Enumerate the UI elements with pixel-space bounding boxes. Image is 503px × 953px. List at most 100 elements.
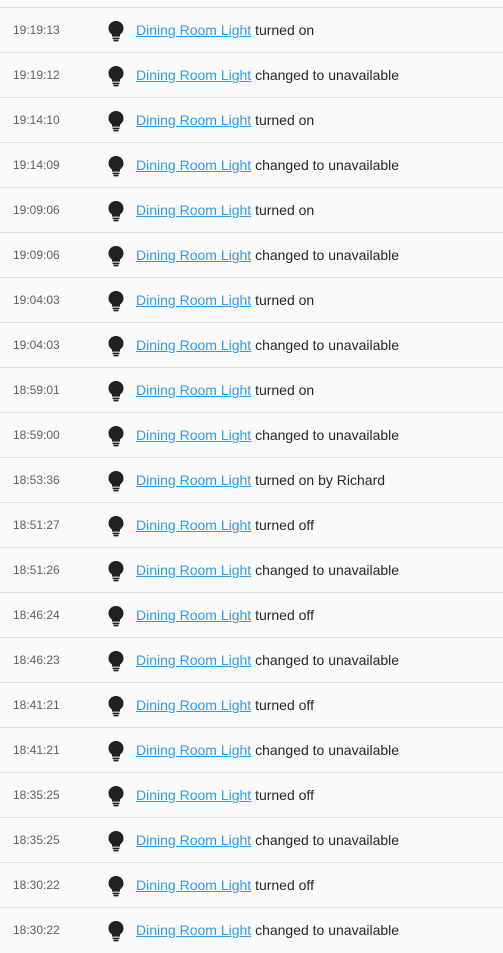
entity-link[interactable]: Dining Room Light xyxy=(136,787,251,803)
entry-message: Dining Room Light changed to unavailable xyxy=(136,908,399,952)
entry-action: changed to unavailable xyxy=(255,427,400,443)
entry-action: changed to unavailable xyxy=(255,742,400,758)
entry-time: 18:53:36 xyxy=(13,473,60,487)
logbook-entry: 18:41:21 Dining Room Light changed to un… xyxy=(0,728,503,773)
lightbulb-icon xyxy=(107,875,125,897)
entity-link[interactable]: Dining Room Light xyxy=(136,472,251,488)
entity-link[interactable]: Dining Room Light xyxy=(136,382,251,398)
logbook-entries: 19:19:13 Dining Room Light turned on 19:… xyxy=(0,8,503,953)
entity-link[interactable]: Dining Room Light xyxy=(136,337,251,353)
logbook-entry: 19:19:13 Dining Room Light turned on xyxy=(0,8,503,53)
entry-time: 19:04:03 xyxy=(13,293,60,307)
entry-action: turned off xyxy=(255,607,314,623)
entry-action: changed to unavailable xyxy=(255,67,400,83)
entry-time: 18:46:23 xyxy=(13,653,60,667)
lightbulb-icon xyxy=(107,110,125,132)
lightbulb-icon xyxy=(107,200,125,222)
entry-time: 18:41:21 xyxy=(13,743,60,757)
logbook: 19:19:13 Dining Room Light turned on 19:… xyxy=(0,0,503,953)
entry-message: Dining Room Light turned off xyxy=(136,593,314,637)
entity-link[interactable]: Dining Room Light xyxy=(136,157,251,173)
divider xyxy=(0,0,503,8)
entity-link[interactable]: Dining Room Light xyxy=(136,877,251,893)
entity-link[interactable]: Dining Room Light xyxy=(136,922,251,938)
entry-time: 18:51:26 xyxy=(13,563,60,577)
entity-link[interactable]: Dining Room Light xyxy=(136,427,251,443)
logbook-entry: 18:51:26 Dining Room Light changed to un… xyxy=(0,548,503,593)
lightbulb-icon xyxy=(107,65,125,87)
lightbulb-icon xyxy=(107,785,125,807)
entry-action: changed to unavailable xyxy=(255,247,400,263)
entity-link[interactable]: Dining Room Light xyxy=(136,607,251,623)
lightbulb-icon xyxy=(107,605,125,627)
entity-link[interactable]: Dining Room Light xyxy=(136,697,251,713)
entry-time: 19:19:13 xyxy=(13,23,60,37)
entry-message: Dining Room Light changed to unavailable xyxy=(136,548,399,592)
entry-time: 18:51:27 xyxy=(13,518,60,532)
entity-link[interactable]: Dining Room Light xyxy=(136,562,251,578)
entry-action: turned on xyxy=(255,22,315,38)
entry-time: 19:19:12 xyxy=(13,68,60,82)
entry-action: changed to unavailable xyxy=(255,922,400,938)
entry-time: 18:59:01 xyxy=(13,383,60,397)
entry-time: 19:14:10 xyxy=(13,113,60,127)
logbook-entry: 18:30:22 Dining Room Light turned off xyxy=(0,863,503,908)
entry-message: Dining Room Light changed to unavailable xyxy=(136,728,399,772)
entry-message: Dining Room Light turned off xyxy=(136,503,314,547)
entry-message: Dining Room Light turned on xyxy=(136,368,314,412)
lightbulb-icon xyxy=(107,470,125,492)
entry-message: Dining Room Light changed to unavailable xyxy=(136,233,399,277)
entity-link[interactable]: Dining Room Light xyxy=(136,832,251,848)
entry-message: Dining Room Light changed to unavailable xyxy=(136,818,399,862)
entry-message: Dining Room Light changed to unavailable xyxy=(136,323,399,367)
lightbulb-icon xyxy=(107,20,125,42)
entry-action: changed to unavailable xyxy=(255,157,400,173)
entry-time: 19:09:06 xyxy=(13,248,60,262)
entry-message: Dining Room Light turned on xyxy=(136,98,314,142)
logbook-entry: 18:35:25 Dining Room Light changed to un… xyxy=(0,818,503,863)
entry-action: changed to unavailable xyxy=(255,832,400,848)
lightbulb-icon xyxy=(107,425,125,447)
entry-action: changed to unavailable xyxy=(255,562,400,578)
entry-message: Dining Room Light changed to unavailable xyxy=(136,413,399,457)
entry-message: Dining Room Light turned on xyxy=(136,8,314,52)
entry-time: 18:30:22 xyxy=(13,878,60,892)
entity-link[interactable]: Dining Room Light xyxy=(136,112,251,128)
entity-link[interactable]: Dining Room Light xyxy=(136,742,251,758)
logbook-entry: 18:59:00 Dining Room Light changed to un… xyxy=(0,413,503,458)
lightbulb-icon xyxy=(107,695,125,717)
entry-message: Dining Room Light turned on by Richard xyxy=(136,458,385,502)
lightbulb-icon xyxy=(107,290,125,312)
entry-action: turned on xyxy=(255,202,315,218)
entity-link[interactable]: Dining Room Light xyxy=(136,202,251,218)
entity-link[interactable]: Dining Room Light xyxy=(136,22,251,38)
entry-action: turned off xyxy=(255,517,314,533)
logbook-entry: 18:53:36 Dining Room Light turned on by … xyxy=(0,458,503,503)
entry-time: 19:14:09 xyxy=(13,158,60,172)
entry-message: Dining Room Light turned on xyxy=(136,278,314,322)
entry-time: 18:35:25 xyxy=(13,833,60,847)
logbook-entry: 19:09:06 Dining Room Light turned on xyxy=(0,188,503,233)
logbook-entry: 18:51:27 Dining Room Light turned off xyxy=(0,503,503,548)
entry-action: turned off xyxy=(255,697,314,713)
entity-link[interactable]: Dining Room Light xyxy=(136,652,251,668)
entry-action: turned on xyxy=(255,382,315,398)
entity-link[interactable]: Dining Room Light xyxy=(136,67,251,83)
entity-link[interactable]: Dining Room Light xyxy=(136,247,251,263)
entry-action: turned on xyxy=(255,292,315,308)
entity-link[interactable]: Dining Room Light xyxy=(136,292,251,308)
lightbulb-icon xyxy=(107,560,125,582)
lightbulb-icon xyxy=(107,740,125,762)
entry-time: 18:46:24 xyxy=(13,608,60,622)
entry-action: turned off xyxy=(255,787,314,803)
logbook-entry: 19:14:10 Dining Room Light turned on xyxy=(0,98,503,143)
lightbulb-icon xyxy=(107,830,125,852)
logbook-entry: 18:41:21 Dining Room Light turned off xyxy=(0,683,503,728)
entry-message: Dining Room Light changed to unavailable xyxy=(136,638,399,682)
entry-message: Dining Room Light turned off xyxy=(136,683,314,727)
entry-time: 18:41:21 xyxy=(13,698,60,712)
entity-link[interactable]: Dining Room Light xyxy=(136,517,251,533)
lightbulb-icon xyxy=(107,155,125,177)
lightbulb-icon xyxy=(107,380,125,402)
logbook-entry: 19:04:03 Dining Room Light turned on xyxy=(0,278,503,323)
